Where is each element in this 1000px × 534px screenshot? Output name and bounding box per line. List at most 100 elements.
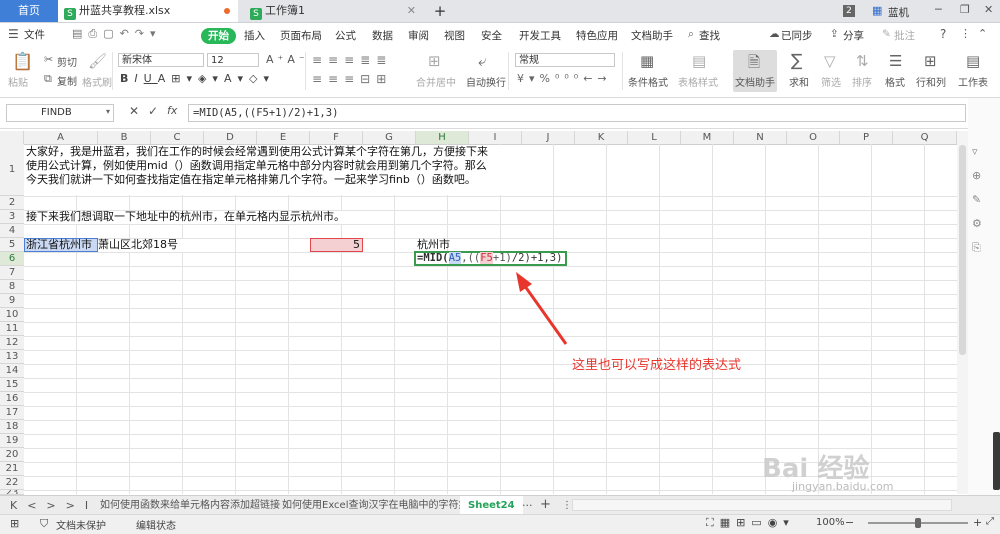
- zoom-slider-knob[interactable]: [915, 518, 921, 528]
- col-header-D[interactable]: D: [204, 131, 257, 144]
- copy-button[interactable]: 复制: [57, 73, 77, 88]
- hamburger-icon[interactable]: ☰: [8, 27, 19, 41]
- doc-protect-status[interactable]: 文档未保护: [56, 517, 106, 532]
- sort-button[interactable]: 排序: [852, 74, 872, 89]
- col-header-A[interactable]: A: [24, 131, 98, 144]
- quick-access-icons[interactable]: ▤⎙▢↶↷▾: [72, 27, 162, 41]
- menu-annotate[interactable]: 批注: [894, 28, 915, 44]
- user-name[interactable]: 蓝机: [888, 5, 909, 20]
- col-header-J[interactable]: J: [522, 131, 575, 144]
- insert-function-icon[interactable]: fx: [167, 104, 177, 117]
- chevron-down-icon[interactable]: ▾: [106, 107, 110, 116]
- row-header-2[interactable]: 2: [0, 196, 24, 210]
- zoom-out-icon[interactable]: −: [845, 516, 854, 529]
- sync-status[interactable]: 已同步: [781, 28, 813, 44]
- worksheet-button[interactable]: 工作表: [958, 74, 988, 89]
- menu-view[interactable]: 视图: [444, 28, 465, 44]
- row-header-11[interactable]: 11: [0, 322, 24, 336]
- confirm-formula-icon[interactable]: ✓: [148, 104, 158, 118]
- menu-formulas[interactable]: 公式: [335, 28, 356, 44]
- row-header-5[interactable]: 5: [0, 238, 24, 252]
- menu-insert[interactable]: 插入: [244, 28, 265, 44]
- filter-button[interactable]: 筛选: [821, 74, 841, 89]
- zoom-in-icon[interactable]: +: [973, 516, 982, 529]
- menu-data[interactable]: 数据: [372, 28, 393, 44]
- row-header-21[interactable]: 21: [0, 462, 24, 476]
- row-header-19[interactable]: 19: [0, 434, 24, 448]
- macro-icon[interactable]: ⊞: [10, 517, 19, 530]
- row-header-22[interactable]: 22: [0, 476, 24, 490]
- font-name-select[interactable]: 新宋体: [118, 53, 204, 67]
- row-header-16[interactable]: 16: [0, 392, 24, 406]
- user-avatar-icon[interactable]: ▦: [872, 4, 882, 17]
- paste-icon[interactable]: 📋: [12, 52, 33, 72]
- row-header-18[interactable]: 18: [0, 420, 24, 434]
- sheet-tab-1[interactable]: 如何使用函数来给单元格内容添加超链接: [100, 496, 280, 515]
- close-window-icon[interactable]: ✕: [984, 3, 993, 16]
- menu-share[interactable]: 分享: [843, 28, 864, 44]
- menu-developer[interactable]: 开发工具: [519, 28, 561, 44]
- menu-file[interactable]: 文件: [24, 27, 45, 43]
- font-grow-shrink-icons[interactable]: A⁺A⁻: [266, 53, 309, 66]
- zoom-level[interactable]: 100%: [816, 517, 845, 528]
- menu-start[interactable]: 开始: [201, 28, 236, 44]
- sum-button[interactable]: 求和: [789, 74, 809, 89]
- menu-page-layout[interactable]: 页面布局: [280, 28, 322, 44]
- tab-workbook-2[interactable]: S 工作簿1 ✕: [244, 0, 424, 22]
- cell-A1-merged[interactable]: 大家好，我是卅蓝君，我们在工作的时候会经常遇到使用公式计算某个字符在第几，方便接…: [24, 145, 524, 195]
- col-header-K[interactable]: K: [575, 131, 628, 144]
- window-count-badge[interactable]: 2: [843, 5, 855, 17]
- vertical-scroll-thumb[interactable]: [959, 145, 966, 355]
- row-header-13[interactable]: 13: [0, 350, 24, 364]
- row-header-6[interactable]: 6: [0, 252, 24, 266]
- row-header-12[interactable]: 12: [0, 336, 24, 350]
- h5-value[interactable]: 杭州市: [417, 238, 450, 252]
- add-sheet-button[interactable]: +: [540, 495, 551, 514]
- align-horizontal-icons[interactable]: ≡≡≡⊟⊞: [312, 72, 392, 86]
- cut-button[interactable]: 剪切: [57, 54, 77, 69]
- sheet-tab-active[interactable]: Sheet24: [460, 496, 523, 515]
- col-header-P[interactable]: P: [840, 131, 893, 144]
- side-widget-handle[interactable]: [993, 432, 1000, 490]
- help-icon[interactable]: ?: [940, 27, 946, 41]
- row-header-1[interactable]: 1: [0, 144, 24, 196]
- row-header-20[interactable]: 20: [0, 448, 24, 462]
- format-painter-button[interactable]: 格式刷: [82, 74, 112, 89]
- menu-features[interactable]: 特色应用: [576, 28, 618, 44]
- search-icon[interactable]: ⌕: [688, 28, 694, 41]
- view-mode-icons[interactable]: ⛶▦⊞▭◉▾: [706, 516, 795, 530]
- col-header-N[interactable]: N: [734, 131, 787, 144]
- new-tab-button[interactable]: +: [432, 0, 448, 22]
- col-header-C[interactable]: C: [151, 131, 204, 144]
- row-header-4[interactable]: 4: [0, 224, 24, 238]
- wrap-text-button[interactable]: 自动换行: [466, 74, 506, 89]
- fullscreen-icon[interactable]: ⤢: [986, 516, 994, 527]
- number-format-select[interactable]: 常规: [515, 53, 615, 67]
- name-box[interactable]: FINDB: [6, 104, 114, 122]
- col-header-E[interactable]: E: [257, 131, 310, 144]
- more-icon[interactable]: ⋮: [960, 27, 971, 40]
- merge-center-button[interactable]: 合并居中: [416, 74, 456, 89]
- col-header-H[interactable]: H: [416, 131, 469, 144]
- cancel-formula-icon[interactable]: ✕: [129, 104, 139, 118]
- font-style-icons[interactable]: BIUA⊞▾◈▾A▾◇▾: [120, 72, 275, 85]
- rows-cols-button[interactable]: 行和列: [916, 74, 946, 89]
- sheet-tab-2[interactable]: 如何使用Excel查询汉字在电脑中的字符集: [282, 496, 469, 515]
- tab-workbook-active[interactable]: S 卅蓝共享教程.xlsx: [58, 0, 238, 22]
- tab-home[interactable]: 首页: [0, 0, 58, 22]
- menu-search[interactable]: 查找: [699, 28, 720, 44]
- row-header-8[interactable]: 8: [0, 280, 24, 294]
- font-size-select[interactable]: 12: [207, 53, 259, 67]
- minimize-icon[interactable]: ─: [935, 3, 942, 16]
- side-panel-icons[interactable]: ▿ ⊕ ✎ ⚙ ⎘: [972, 140, 982, 260]
- align-top-icons[interactable]: ≡≡≡≣≣: [312, 53, 392, 67]
- horizontal-scrollbar[interactable]: [572, 499, 952, 511]
- row-header-17[interactable]: 17: [0, 406, 24, 420]
- maximize-icon[interactable]: ❐: [960, 3, 970, 16]
- paste-label[interactable]: 粘贴: [8, 74, 28, 89]
- menu-security[interactable]: 安全: [481, 28, 502, 44]
- number-format-icons[interactable]: ¥▾%⁰⁰⁰←→: [517, 72, 612, 85]
- row-header-15[interactable]: 15: [0, 378, 24, 392]
- menu-review[interactable]: 审阅: [408, 28, 429, 44]
- sheet-nav-arrows[interactable]: K<>>I: [10, 496, 98, 515]
